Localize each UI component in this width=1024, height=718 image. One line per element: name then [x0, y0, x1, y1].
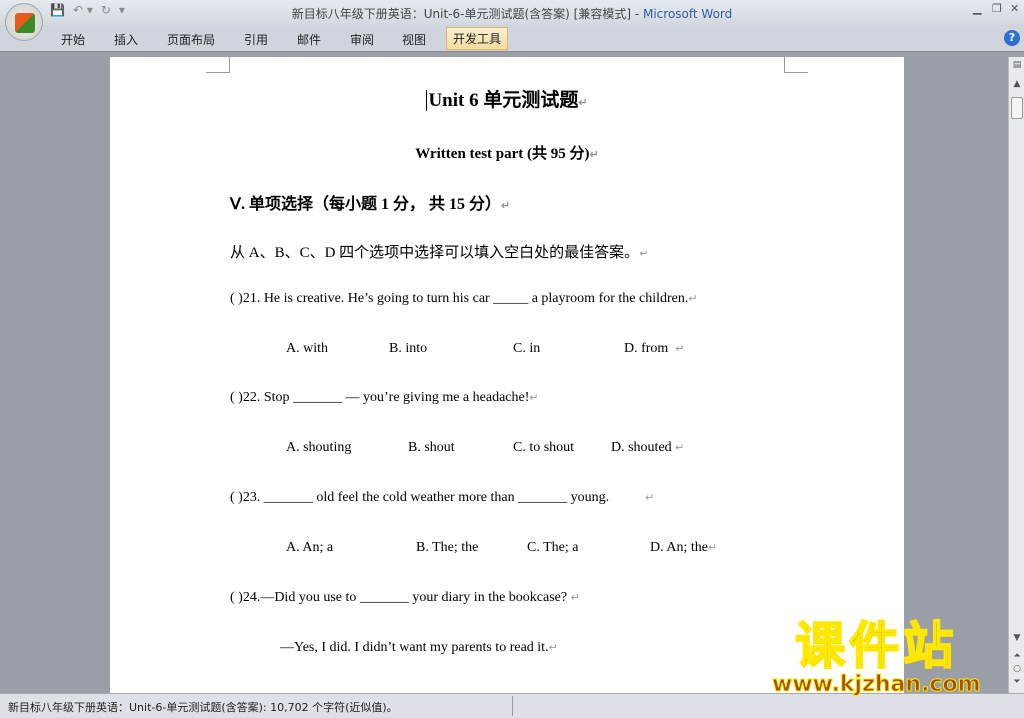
option-d: D. from ↵ — [624, 341, 685, 357]
app-name: Microsoft Word — [642, 7, 733, 21]
reply-text: —Yes, I did. I didn’t want my parents to… — [280, 640, 549, 655]
help-icon[interactable]: ? — [1004, 30, 1020, 46]
restore-button[interactable]: ❐ — [992, 2, 1002, 15]
section-text: Ⅴ. 单项选择（每小题 1 分， 共 15 分） — [230, 196, 501, 213]
tab-home[interactable]: 开始 — [55, 29, 91, 50]
question-22: ( )22. Stop _______ — you’re giving me a… — [230, 390, 539, 406]
document-title: 新目标八年级下册英语：Unit-6-单元测试题(含答案) [兼容模式] — [291, 7, 632, 21]
paragraph-mark: ↵ — [570, 592, 580, 604]
paragraph-mark: ↵ — [688, 293, 698, 305]
crop-mark — [206, 57, 230, 73]
next-page-icon[interactable]: ⏷ — [1009, 677, 1024, 687]
option-c: C. The; a — [527, 540, 579, 555]
question-text: ( )22. Stop _______ — you’re giving me a… — [230, 390, 530, 405]
option-a: A. shouting — [286, 440, 352, 455]
quick-access-toolbar: 💾 ↶ ▾ ↻ ▾ — [50, 3, 140, 21]
option-d: D. An; the↵ — [650, 540, 717, 556]
paragraph-mark: ↵ — [675, 343, 685, 355]
tab-mailings[interactable]: 邮件 — [291, 29, 327, 50]
question-23: ( )23. _______ old feel the cold weather… — [230, 490, 654, 506]
tab-review[interactable]: 审阅 — [344, 29, 380, 50]
title-bar: 新目标八年级下册英语：Unit-6-单元测试题(含答案) [兼容模式] - Mi… — [0, 0, 1024, 25]
ribbon-tabs: 开始 插入 页面布局 引用 邮件 审阅 视图 开发工具 ? — [0, 25, 1024, 52]
doc-title: Unit 6 单元测试题↵ — [110, 85, 904, 112]
paragraph-mark: ↵ — [589, 149, 599, 161]
select-browse-object-icon[interactable]: ○ — [1009, 664, 1024, 674]
close-button[interactable]: ✕ — [1010, 2, 1019, 15]
option-d-text: D. shouted — [611, 440, 672, 455]
paragraph-mark: ↵ — [707, 542, 718, 554]
status-text: 新目标八年级下册英语：Unit-6-单元测试题(含答案): 10,702 个字符… — [8, 701, 398, 714]
tab-view[interactable]: 视图 — [396, 29, 432, 50]
undo-icon[interactable]: ↶ ▾ — [73, 3, 93, 17]
tab-references[interactable]: 引用 — [238, 29, 274, 50]
scrollbar-thumb[interactable] — [1011, 97, 1023, 119]
option-a: A. with — [286, 341, 328, 356]
option-d-text: D. from — [624, 341, 669, 356]
section-heading: Ⅴ. 单项选择（每小题 1 分， 共 15 分）↵ — [230, 190, 510, 214]
option-b: B. into — [389, 341, 428, 356]
doc-title-text: Unit 6 单元测试题 — [426, 90, 579, 111]
office-button[interactable] — [5, 3, 43, 41]
status-divider — [512, 696, 513, 716]
doc-subtitle: Written test part (共 95 分)↵ — [110, 142, 904, 163]
paragraph-mark: ↵ — [548, 642, 558, 654]
ruler-toggle-icon[interactable]: ▤ — [1009, 60, 1024, 70]
tab-developer[interactable]: 开发工具 — [446, 27, 509, 50]
save-icon[interactable]: 💾 — [50, 3, 65, 17]
question-text: ( )21. He is creative. He’s going to tur… — [230, 291, 689, 306]
option-c: C. in — [513, 341, 541, 356]
option-c: C. to shout — [513, 440, 575, 455]
paragraph-mark: ↵ — [529, 392, 539, 404]
customize-qat-icon[interactable]: ▾ — [119, 3, 125, 17]
paragraph-mark: ↵ — [578, 97, 588, 109]
tab-page-layout[interactable]: 页面布局 — [161, 29, 221, 50]
question-text: ( )23. _______ old feel the cold weather… — [230, 490, 610, 505]
watermark-logo: 课件站 www.kjzhan.com — [772, 617, 982, 698]
option-a: A. An; a — [286, 540, 334, 555]
document-page[interactable]: Unit 6 单元测试题↵ Written test part (共 95 分)… — [110, 57, 904, 693]
question-24-reply: —Yes, I did. I didn’t want my parents to… — [280, 640, 558, 656]
paragraph-mark: ↵ — [639, 248, 649, 260]
paragraph-mark: ↵ — [500, 200, 511, 212]
previous-page-icon[interactable]: ⏶ — [1009, 651, 1024, 661]
watermark-url: www.kjzhan.com — [772, 672, 982, 698]
scroll-up-icon[interactable]: ▲ — [1009, 79, 1024, 89]
doc-subtitle-text: Written test part (共 95 分) — [415, 146, 590, 162]
tab-insert[interactable]: 插入 — [108, 29, 144, 50]
paragraph-mark: ↵ — [645, 492, 655, 504]
question-21: ( )21. He is creative. He’s going to tur… — [230, 291, 698, 307]
paragraph-mark: ↵ — [675, 442, 685, 454]
title-separator: - — [631, 7, 643, 21]
minimize-button[interactable]: ▁ — [973, 2, 981, 15]
scroll-down-icon[interactable]: ▼ — [1009, 633, 1024, 643]
redo-icon[interactable]: ↻ — [101, 3, 111, 17]
instruction-text: 从 A、B、C、D 四个选项中选择可以填入空白处的最佳答案。 — [230, 245, 640, 261]
option-d-text: D. An; the — [650, 540, 708, 555]
watermark-name: 课件站 — [794, 617, 958, 675]
option-d: D. shouted ↵ — [611, 440, 684, 456]
option-b: B. The; the — [416, 540, 479, 555]
option-b: B. shout — [408, 440, 455, 455]
office-logo-icon — [15, 13, 35, 33]
instruction: 从 A、B、C、D 四个选项中选择可以填入空白处的最佳答案。↵ — [230, 241, 648, 262]
question-24: ( )24.—Did you use to _______ your diary… — [230, 590, 580, 606]
question-text: ( )24.—Did you use to _______ your diary… — [230, 590, 568, 605]
crop-mark — [784, 57, 808, 73]
vertical-scrollbar[interactable]: ▤ ▲ ▼ ⏶ ○ ⏷ — [1008, 57, 1024, 693]
window-title: 新目标八年级下册英语：Unit-6-单元测试题(含答案) [兼容模式] - Mi… — [0, 5, 1024, 22]
